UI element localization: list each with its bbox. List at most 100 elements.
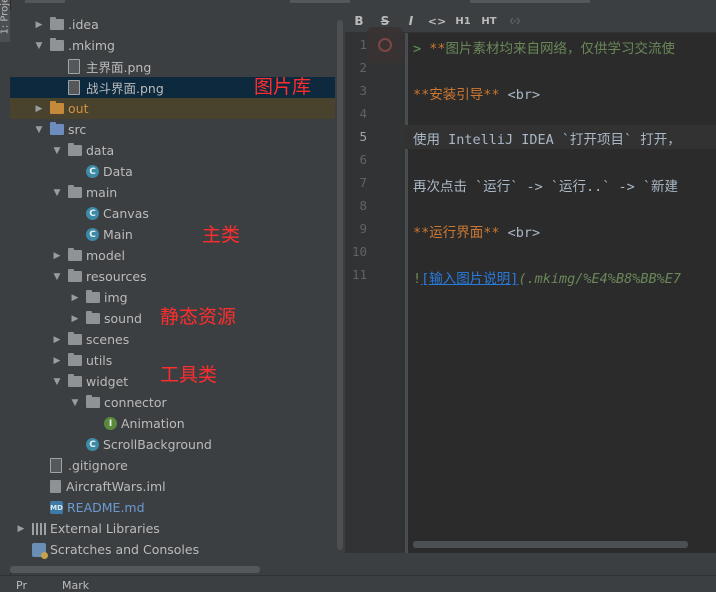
chevron-right-icon[interactable]: ▶: [70, 314, 80, 324]
tree-item[interactable]: ▶ .idea: [10, 14, 335, 35]
tree-item-label: .mkimg: [68, 38, 115, 53]
chevron-right-icon[interactable]: ▶: [52, 251, 62, 261]
chevron-down-icon[interactable]: ▼: [34, 41, 44, 51]
tree-item[interactable]: MD README.md: [10, 497, 335, 518]
folder-icon: [86, 311, 100, 324]
module-file-icon: [50, 480, 61, 493]
editor-line-1: > **图片素材均来自网络，仅供学习交流使: [413, 41, 676, 57]
tree-item[interactable]: C Data: [10, 161, 335, 182]
chevron-right-icon[interactable]: ▶: [34, 20, 44, 30]
file-icon: [68, 80, 80, 95]
project-tool-tab-label: 1: Project: [0, 0, 11, 35]
scratches-icon: [32, 542, 48, 559]
tree-arrow-spacer: [34, 461, 44, 471]
tree-item[interactable]: ▶ out: [10, 98, 335, 119]
tree-item[interactable]: C Canvas: [10, 203, 335, 224]
code-button[interactable]: <>: [427, 12, 447, 30]
java-interface-icon: I: [104, 417, 117, 430]
line-number: 1: [359, 37, 367, 52]
tree-item[interactable]: ▼ src: [10, 119, 335, 140]
tree-item[interactable]: ▼ main: [10, 182, 335, 203]
chevron-right-icon[interactable]: ▶: [70, 293, 80, 303]
editor-tab-fragment[interactable]: [290, 0, 350, 3]
tree-item-label: Canvas: [103, 206, 149, 221]
tree-item[interactable]: ▼ data: [10, 140, 335, 161]
bold-button[interactable]: B: [349, 12, 369, 30]
tree-item[interactable]: C Main: [10, 224, 335, 245]
line-number: 3: [359, 83, 367, 98]
header-1-button[interactable]: H1: [453, 12, 473, 30]
tree-item[interactable]: ▶ scenes: [10, 329, 335, 350]
panel-splitter[interactable]: [335, 10, 345, 575]
line-number: 8: [359, 198, 367, 213]
chevron-right-icon[interactable]: ▶: [52, 356, 62, 366]
tree-item[interactable]: ▼ resources: [10, 266, 335, 287]
editor-left-border: [405, 33, 408, 553]
tree-arrow-spacer: [34, 482, 44, 492]
file-icon: [50, 458, 62, 473]
folder-icon: [68, 185, 82, 198]
tree-item[interactable]: C ScrollBackground: [10, 434, 335, 455]
tree-item[interactable]: Scratches and Consoles: [10, 539, 335, 560]
chevron-down-icon[interactable]: ▼: [52, 377, 62, 387]
tree-item-label: Data: [103, 164, 133, 179]
tree-item-label: utils: [86, 353, 113, 368]
tree-item[interactable]: ▶ model: [10, 245, 335, 266]
tree-arrow-spacer: [70, 209, 80, 219]
chevron-down-icon[interactable]: ▼: [52, 272, 62, 282]
folder-icon: [50, 17, 64, 30]
tree-item-label: 战斗界面.png: [86, 81, 164, 96]
tree-item[interactable]: ▶ External Libraries: [10, 518, 335, 539]
tree-item-label: .idea: [68, 17, 99, 32]
chevron-right-icon[interactable]: ▶: [52, 335, 62, 345]
bottom-tab-right[interactable]: Mark: [62, 579, 89, 592]
tree-item-label: scenes: [86, 332, 130, 347]
file-icon: [68, 59, 80, 74]
editor-tab-fragment[interactable]: [25, 0, 65, 3]
annotation-utility-classes: 工具类: [160, 364, 218, 386]
tree-arrow-spacer: [70, 230, 80, 240]
tree-horizontal-scrollbar[interactable]: [10, 566, 260, 573]
folder-icon: [68, 374, 82, 387]
markdown-editor[interactable]: > **图片素材均来自网络，仅供学习交流使 **安装引导** <br> 使用 I…: [405, 33, 716, 553]
source-folder-icon: [50, 122, 64, 135]
tree-item-label: 主界面.png: [86, 60, 152, 75]
line-number-gutter: 1 2 3 4 5 6 7 8 9 10 11: [345, 27, 405, 553]
chevron-right-icon[interactable]: ▶: [34, 104, 44, 114]
chevron-right-icon[interactable]: ▶: [16, 524, 26, 534]
tree-item-label: img: [104, 290, 128, 305]
tree-item-label: AircraftWars.iml: [66, 479, 166, 494]
folder-icon: [68, 269, 82, 282]
chevron-down-icon[interactable]: ▼: [34, 125, 44, 135]
libraries-icon: [32, 522, 46, 535]
tree-vertical-scrollbar[interactable]: [337, 20, 343, 550]
editor-tab-fragment[interactable]: [470, 0, 590, 3]
tree-item[interactable]: AircraftWars.iml: [10, 476, 335, 497]
search-icon[interactable]: [367, 27, 403, 63]
editor-horizontal-scrollbar[interactable]: [413, 541, 688, 548]
tree-arrow-spacer: [70, 440, 80, 450]
java-class-icon: C: [86, 207, 99, 220]
tree-item[interactable]: I Animation: [10, 413, 335, 434]
italic-button[interactable]: I: [401, 12, 421, 30]
bottom-tab-left[interactable]: Pr: [16, 579, 27, 592]
tree-item[interactable]: .gitignore: [10, 455, 335, 476]
chevron-down-icon[interactable]: ▼: [52, 188, 62, 198]
tree-arrow-spacer: [34, 503, 44, 513]
editor-line-11: ![输入图片说明](.mkimg/%E4%B8%BB%E7: [413, 271, 681, 287]
chevron-down-icon[interactable]: ▼: [52, 146, 62, 156]
chevron-down-icon[interactable]: ▼: [70, 398, 80, 408]
annotation-static-resources: 静态资源: [160, 306, 237, 328]
tree-item[interactable]: ▼ .mkimg: [10, 35, 335, 56]
tree-item-label: .gitignore: [68, 458, 128, 473]
project-tool-tab[interactable]: 1: Project: [0, 0, 11, 42]
tree-item-label: data: [86, 143, 115, 158]
tree-item-label: main: [86, 185, 118, 200]
folder-icon: [50, 38, 64, 51]
tree-item-label: Main: [103, 227, 133, 242]
tree-item[interactable]: ▼ connector: [10, 392, 335, 413]
tree-item-label: Animation: [121, 416, 185, 431]
header-2-button[interactable]: HT: [479, 12, 499, 30]
link-icon[interactable]: [505, 12, 525, 30]
java-class-icon: C: [86, 165, 99, 178]
